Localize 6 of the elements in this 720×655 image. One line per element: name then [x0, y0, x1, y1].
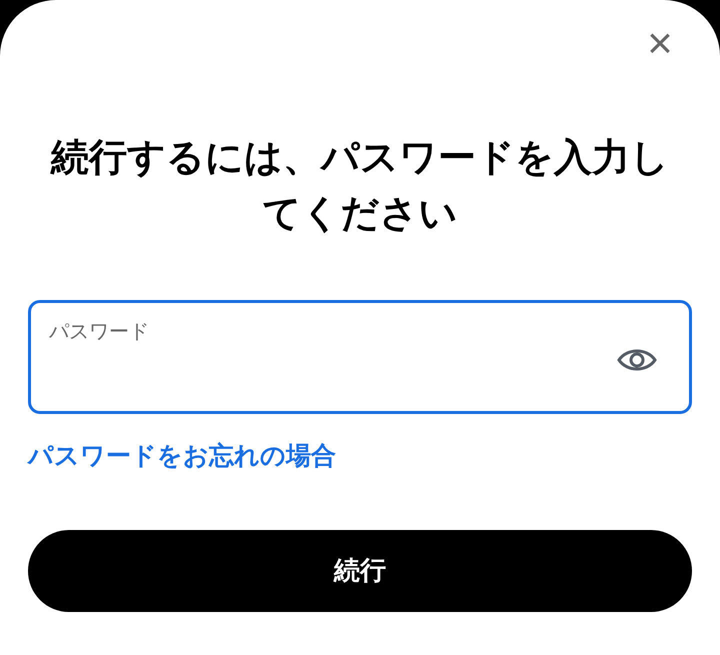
continue-button[interactable]: 続行: [28, 530, 692, 612]
password-field[interactable]: パスワード: [28, 300, 692, 414]
forgot-password-link[interactable]: パスワードをお忘れの場合: [28, 442, 336, 470]
dialog-title: 続行するには、パスワードを入力してください: [50, 136, 670, 237]
close-button[interactable]: ×: [640, 24, 680, 64]
field-label: パスワード: [49, 320, 149, 345]
